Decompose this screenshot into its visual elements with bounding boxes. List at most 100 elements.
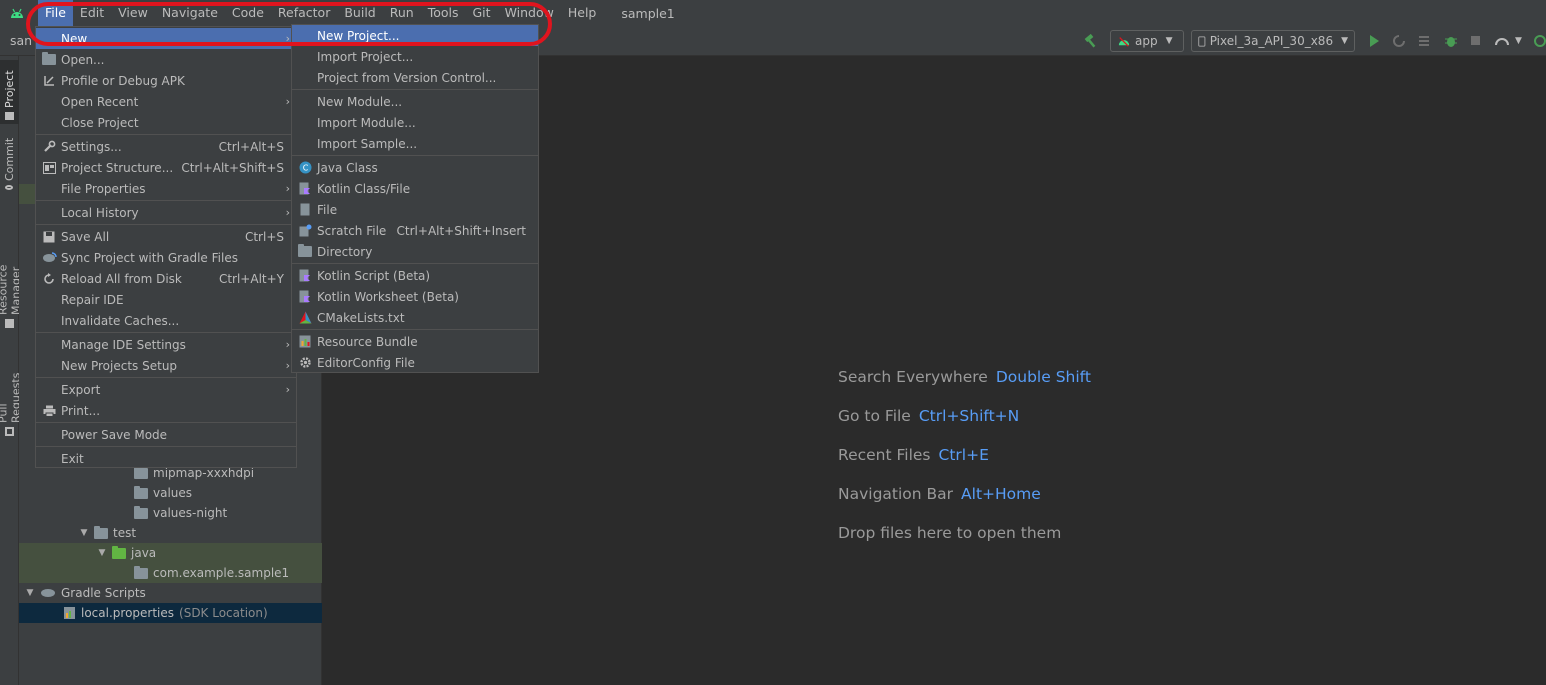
profile-icon[interactable] [1494,33,1510,49]
source-folder-icon [112,545,126,559]
menu-git[interactable]: Git [466,0,498,26]
new-menu-kotlin-script[interactable]: Kotlin Script (Beta) [292,265,538,286]
menu-item-label: Power Save Mode [61,427,168,442]
apply-code-changes-icon[interactable] [1417,33,1433,49]
file-menu-invalidate-caches[interactable]: Invalidate Caches... [36,310,296,331]
menu-help[interactable]: Help [561,0,604,26]
tool-tab-project[interactable]: Project [0,60,19,124]
menu-view[interactable]: View [111,0,155,26]
new-menu-file[interactable]: File [292,199,538,220]
tree-row-selected[interactable]: local.properties (SDK Location) [19,603,322,623]
left-tool-strip: Project Commit Resource Manager Pull Req… [0,56,23,685]
hint-label: Search Everywhere [838,368,988,386]
menu-item-label: Close Project [61,115,139,130]
debug-bug-icon[interactable] [1443,33,1459,49]
device-select[interactable]: Pixel_3a_API_30_x86 ▼ [1191,30,1355,52]
menu-edit[interactable]: Edit [73,0,111,26]
new-menu-new-project[interactable]: New Project... [292,25,538,46]
wrench-icon [41,139,57,155]
tree-row-suffix: (SDK Location) [179,606,268,620]
tree-row[interactable]: ▼ Gradle Scripts [19,583,322,603]
tree-row[interactable]: ▼ java [19,543,322,563]
tool-tab-resource-manager[interactable]: Resource Manager [0,214,23,332]
menu-code[interactable]: Code [225,0,271,26]
new-menu-import-sample[interactable]: Import Sample... [292,133,538,154]
new-menu-resource-bundle[interactable]: Resource Bundle [292,331,538,352]
new-menu-editorconfig[interactable]: EditorConfig File [292,352,538,373]
file-menu-power-save-mode[interactable]: Power Save Mode [36,424,296,445]
menu-item-label: Print... [61,403,101,418]
file-menu-settings[interactable]: Settings... Ctrl+Alt+S [36,136,296,157]
menu-item-label: Exit [61,451,84,466]
android-studio-logo-icon [0,0,34,26]
new-menu-kotlin-class[interactable]: Kotlin Class/File [292,178,538,199]
menu-navigate[interactable]: Navigate [155,0,225,26]
new-menu-java-class[interactable]: C Java Class [292,157,538,178]
menu-run[interactable]: Run [383,0,421,26]
file-menu-print[interactable]: Print... [36,400,296,421]
submenu-arrow-icon: › [285,182,290,195]
tool-tab-commit[interactable]: Commit [0,134,19,194]
new-menu-scratch-file[interactable]: Scratch File Ctrl+Alt+Shift+Insert [292,220,538,241]
new-menu-directory[interactable]: Directory [292,241,538,262]
file-menu-reload-from-disk[interactable]: Reload All from Disk Ctrl+Alt+Y [36,268,296,289]
menu-file[interactable]: File [38,0,73,26]
menu-separator [36,422,296,423]
gradle-elephant-icon [41,589,55,597]
chevron-down-icon: ▼ [1165,36,1173,46]
scratch-file-icon [297,223,313,239]
chevron-down-icon[interactable]: ▼ [1515,33,1531,49]
chevron-down-icon[interactable]: ▼ [79,528,89,538]
menu-item-label: Project from Version Control... [317,70,497,85]
file-menu-sync-gradle[interactable]: Sync Project with Gradle Files [36,247,296,268]
tree-row[interactable]: values-night [19,503,322,523]
chevron-down-icon: ▼ [1341,36,1348,46]
file-menu-exit[interactable]: Exit [36,448,296,469]
file-menu-manage-ide-settings[interactable]: Manage IDE Settings › [36,334,296,355]
attach-debugger-icon[interactable] [1468,33,1484,49]
chevron-down-icon[interactable]: ▼ [97,548,107,558]
file-menu-open[interactable]: Open... [36,49,296,70]
file-menu-open-recent[interactable]: Open Recent › [36,91,296,112]
menu-item-shortcut: Ctrl+Alt+Shift+Insert [396,223,526,238]
new-menu-kotlin-worksheet[interactable]: Kotlin Worksheet (Beta) [292,286,538,307]
tree-row-label: values [153,486,193,500]
menu-build[interactable]: Build [337,0,382,26]
menu-item-label: Open... [61,52,105,67]
new-menu-new-module[interactable]: New Module... [292,91,538,112]
gradle-sync-icon[interactable] [1532,33,1546,49]
file-menu-file-properties[interactable]: File Properties › [36,178,296,199]
build-hammer-icon[interactable] [1083,33,1099,49]
menu-tools[interactable]: Tools [421,0,466,26]
menu-window[interactable]: Window [498,0,561,26]
file-menu-new[interactable]: New › [36,28,296,49]
new-menu-import-project[interactable]: Import Project... [292,46,538,67]
apply-changes-icon[interactable] [1391,33,1407,49]
hint-recent-files: Recent Files Ctrl+E [838,446,989,464]
project-breadcrumb[interactable]: san [10,33,32,48]
tree-row[interactable]: ▼ test [19,523,322,543]
file-menu-repair-ide[interactable]: Repair IDE [36,289,296,310]
menu-refactor[interactable]: Refactor [271,0,337,26]
tree-row[interactable]: values [19,483,322,503]
run-config-select[interactable]: app ▼ [1110,30,1184,52]
file-menu-local-history[interactable]: Local History › [36,202,296,223]
new-menu-import-module[interactable]: Import Module... [292,112,538,133]
new-menu-project-from-vcs[interactable]: Project from Version Control... [292,67,538,88]
file-menu-close-project[interactable]: Close Project [36,112,296,133]
submenu-arrow-icon: › [285,383,290,396]
run-play-icon[interactable] [1366,33,1382,49]
menu-item-label: Import Module... [317,115,416,130]
menu-item-label: Profile or Debug APK [61,73,185,88]
tool-tab-pull-requests[interactable]: Pull Requests [0,348,23,440]
tree-row[interactable]: com.example.sample1 [19,563,322,583]
file-menu-project-structure[interactable]: Project Structure... Ctrl+Alt+Shift+S [36,157,296,178]
new-menu-cmakelists[interactable]: CMakeLists.txt [292,307,538,328]
hint-shortcut: Double Shift [995,368,1091,386]
file-menu-export[interactable]: Export › [36,379,296,400]
chevron-down-icon[interactable]: ▼ [25,588,35,598]
folder-icon [297,244,313,260]
file-menu-save-all[interactable]: Save All Ctrl+S [36,226,296,247]
file-menu-profile-debug-apk[interactable]: Profile or Debug APK [36,70,296,91]
file-menu-new-projects-setup[interactable]: New Projects Setup › [36,355,296,376]
